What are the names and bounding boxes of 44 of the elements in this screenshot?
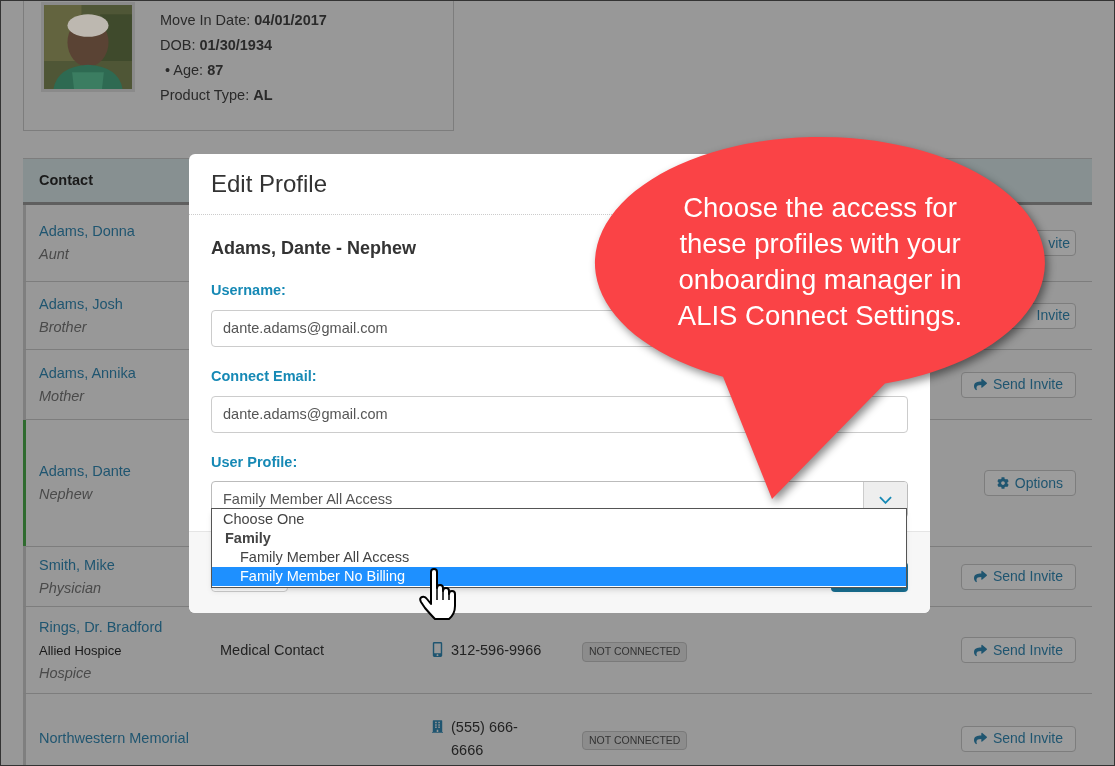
send-invite-button[interactable]: Send Invite	[960, 637, 1076, 663]
modal-title: Edit Profile	[211, 169, 328, 199]
send-invite-button[interactable]: Send Invite	[960, 563, 1076, 590]
relation-text: Mother	[39, 386, 86, 406]
share-arrow-icon	[973, 378, 987, 391]
profile-detail: Move In Date: 04/01/2017	[160, 11, 327, 30]
mobile-phone-icon	[432, 641, 443, 657]
contact-name[interactable]: Adams, Annika	[39, 361, 189, 385]
status-badge: NOT CONNECTED	[582, 642, 688, 662]
organization-text: Allied Hospice	[39, 641, 123, 660]
text-field[interactable]: dante.adams@gmail.com	[211, 395, 908, 433]
dropdown-option[interactable]: Family Member All Access	[212, 548, 906, 567]
field-label: Username:	[211, 281, 286, 300]
options-button[interactable]: Options	[983, 470, 1076, 496]
contact-name[interactable]: Rings, Dr. Bradford	[39, 615, 189, 639]
contact-name[interactable]: Adams, Josh	[39, 292, 189, 316]
relation-text: Nephew	[39, 485, 94, 504]
send-invite-button[interactable]: Send Invite	[960, 371, 1076, 398]
contact-name[interactable]: Smith, Mike	[39, 553, 189, 577]
dropdown-option[interactable]: Family Member No Billing	[212, 567, 906, 586]
share-arrow-icon	[973, 643, 987, 657]
profile-detail: • Age: 87	[164, 61, 225, 80]
contact-name[interactable]: Adams, Dante	[39, 460, 189, 483]
contact-heading: Adams, Dante - Nephew	[211, 237, 417, 260]
profile-detail: Product Type: AL	[160, 86, 274, 105]
profile-detail: DOB: 01/30/1934	[160, 36, 274, 55]
status-badge: NOT CONNECTED	[582, 730, 688, 751]
gear-icon	[996, 477, 1009, 489]
share-arrow-icon	[973, 570, 987, 583]
relation-text: Physician	[39, 578, 103, 598]
role-text: Medical Contact	[220, 642, 324, 658]
column-header: Contact	[39, 170, 93, 190]
field-label: Connect Email:	[211, 366, 317, 386]
dropdown-option[interactable]: Family	[212, 529, 906, 548]
phone-number: (555) 666-6666	[451, 717, 519, 760]
contact-name[interactable]: Adams, Donna	[39, 220, 189, 243]
phone-number: 312-596-9966	[451, 640, 542, 660]
relation-text: Hospice	[39, 663, 93, 683]
relation-text: Brother	[39, 317, 88, 337]
field-label: User Profile:	[211, 452, 298, 472]
building-icon	[432, 718, 443, 734]
contact-name[interactable]: Northwestern Memorial	[39, 727, 189, 750]
send-invite-button[interactable]: Send Invite	[960, 725, 1076, 752]
share-arrow-icon	[973, 732, 987, 745]
